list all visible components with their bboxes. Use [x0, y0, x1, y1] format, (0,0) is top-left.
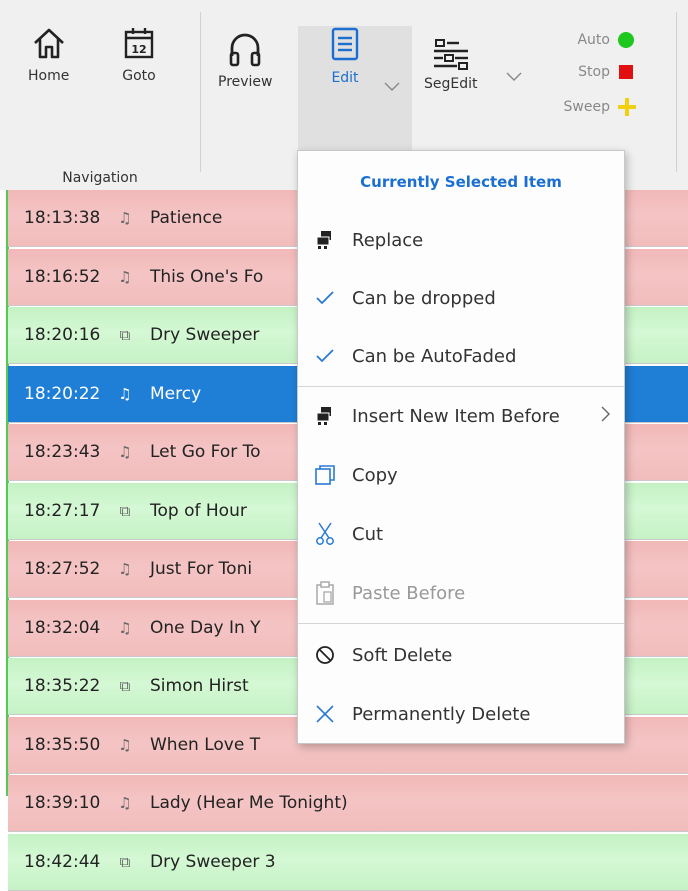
edit-dropdown-chevron-icon[interactable] [384, 80, 400, 96]
row-title: Lady (Hear Me Tonight) [150, 793, 348, 813]
row-title: Let Go For To [150, 442, 261, 462]
copy-icon [298, 464, 352, 486]
calendar-day: 12 [131, 43, 146, 56]
row-time: 18:27:52 [24, 559, 101, 579]
segedit-dropdown-chevron-icon[interactable] [506, 70, 522, 86]
sweeper-icon: ⧉ [119, 501, 131, 520]
menu-separator [298, 386, 624, 387]
menu-item-label: Can be dropped [352, 287, 496, 309]
home-icon [33, 28, 64, 59]
music-note-icon: ♫ [118, 443, 132, 461]
headphones-icon [229, 33, 261, 67]
auto-control[interactable]: Auto [548, 32, 634, 48]
segments-icon [433, 39, 468, 70]
playlist-row[interactable]: 18:42:44 ⧉ Dry Sweeper 3 [8, 833, 688, 891]
row-time: 18:27:17 [24, 500, 101, 521]
green-circle-icon [618, 32, 634, 48]
playlist-row[interactable]: 18:39:10 ♫ Lady (Hear Me Tonight) [8, 775, 688, 832]
music-note-icon: ♫ [118, 384, 132, 403]
row-title: When Love T [150, 734, 261, 755]
music-note-icon: ♫ [118, 560, 132, 578]
document-icon [331, 27, 359, 61]
row-title: Patience [150, 208, 223, 228]
edit-label: Edit [331, 70, 359, 86]
menu-item-label: Permanently Delete [352, 703, 531, 725]
row-time: 18:20:16 [24, 325, 101, 345]
row-time: 18:13:38 [24, 208, 101, 228]
ribbon-separator [200, 12, 201, 172]
sweep-label: Sweep [563, 99, 610, 115]
sweeper-icon: ⧉ [119, 852, 131, 871]
menu-item-label: Replace [352, 229, 424, 251]
row-time: 18:23:43 [24, 442, 101, 462]
menu-item-cut[interactable]: Cut [298, 509, 624, 559]
row-title: Dry Sweeper 3 [150, 851, 276, 872]
insert-icon [298, 406, 352, 426]
menu-item-label: Paste Before [352, 582, 466, 604]
row-time: 18:35:22 [24, 676, 101, 696]
calendar-icon: 12 [124, 28, 154, 59]
segedit-button[interactable]: SegEdit [424, 26, 478, 150]
ribbon-separator [676, 12, 677, 172]
row-title: Just For Toni [150, 559, 253, 579]
navigation-group-label: Navigation [62, 170, 138, 186]
menu-item-label: Copy [352, 464, 398, 486]
checkmark-icon [298, 349, 352, 363]
row-time: 18:32:04 [24, 617, 101, 638]
menu-item-can-be-autofaded[interactable]: Can be AutoFaded [298, 331, 624, 381]
row-title: One Day In Y [150, 617, 261, 638]
stop-control[interactable]: Stop [548, 64, 633, 80]
music-note-icon: ♫ [118, 735, 132, 754]
checkmark-icon [298, 291, 352, 305]
row-title: Dry Sweeper [150, 325, 260, 345]
context-menu-header: Currently Selected Item [360, 173, 562, 191]
red-square-icon [619, 65, 633, 79]
row-time: 18:39:10 [24, 793, 101, 813]
replace-icon [298, 230, 352, 250]
sweeper-icon: ⧉ [119, 326, 131, 344]
menu-item-permanently-delete[interactable]: Permanently Delete [298, 689, 624, 739]
submenu-arrow-icon [601, 406, 610, 427]
goto-label: Goto [122, 68, 156, 84]
menu-item-insert-new-item-before[interactable]: Insert New Item Before [298, 391, 624, 441]
x-icon [298, 704, 352, 724]
menu-separator [298, 623, 624, 624]
stop-label: Stop [578, 64, 610, 80]
row-title: Simon Hirst [150, 676, 249, 696]
row-time: 18:16:52 [24, 266, 101, 287]
scissors-icon [298, 522, 352, 546]
clipboard-icon [298, 581, 352, 605]
preview-label: Preview [218, 74, 273, 90]
menu-item-soft-delete[interactable]: Soft Delete [298, 630, 624, 680]
menu-item-label: Cut [352, 523, 384, 545]
row-title: This One's Fo [150, 266, 264, 287]
auto-label: Auto [577, 32, 610, 48]
menu-item-paste-before[interactable]: Paste Before [298, 568, 624, 618]
yellow-plus-icon [618, 98, 636, 116]
goto-button[interactable]: 12 Goto [122, 26, 156, 150]
sweep-control[interactable]: Sweep [548, 98, 636, 116]
row-title: Top of Hour [150, 500, 247, 521]
menu-item-can-be-dropped[interactable]: Can be dropped [298, 273, 624, 323]
music-note-icon: ♫ [118, 267, 132, 286]
home-button[interactable]: Home [28, 26, 69, 150]
menu-item-label: Can be AutoFaded [352, 345, 517, 367]
home-label: Home [28, 68, 70, 84]
row-time: 18:20:22 [24, 383, 101, 404]
sweeper-icon: ⧉ [119, 677, 131, 695]
row-title: Mercy [150, 383, 202, 404]
segedit-label: SegEdit [424, 76, 478, 92]
music-note-icon: ♫ [118, 209, 132, 227]
menu-item-label: Insert New Item Before [352, 405, 560, 427]
menu-item-copy[interactable]: Copy [298, 450, 624, 500]
prohibited-icon [298, 645, 352, 665]
preview-button[interactable]: Preview [218, 26, 273, 150]
row-time: 18:42:44 [24, 851, 101, 872]
context-menu: Currently Selected Item Replace Can be d… [297, 150, 625, 744]
row-time: 18:35:50 [24, 734, 101, 755]
menu-item-label: Soft Delete [352, 644, 453, 666]
music-note-icon: ♫ [118, 618, 132, 637]
music-note-icon: ♫ [118, 794, 132, 812]
menu-item-replace[interactable]: Replace [298, 215, 624, 265]
